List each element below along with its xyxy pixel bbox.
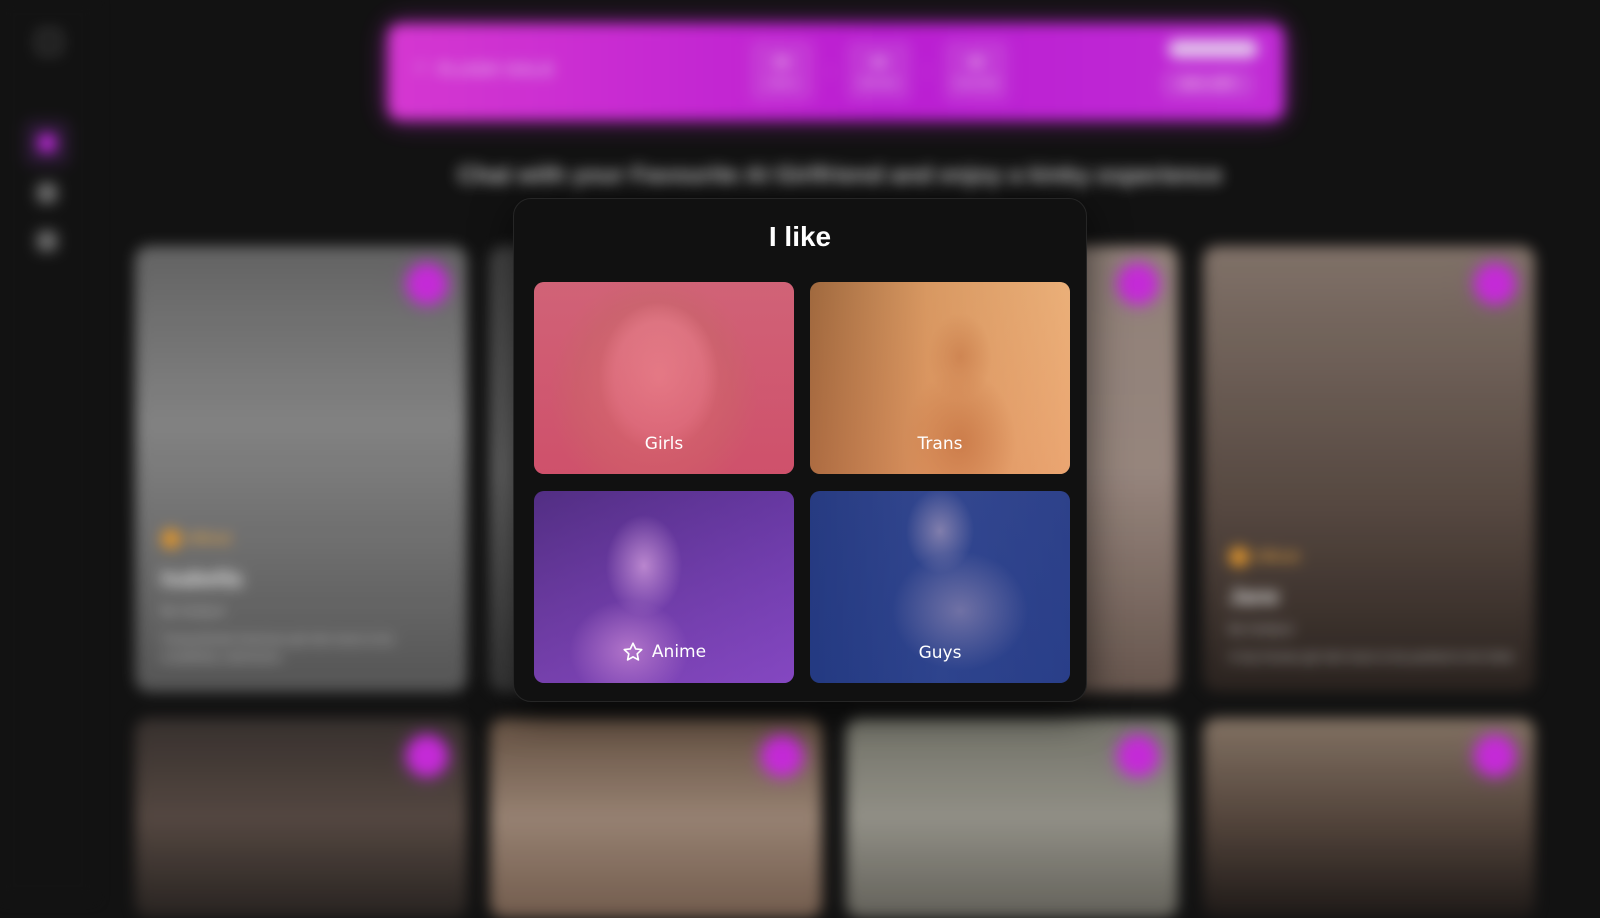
countdown-seconds: 00 Seconds: [944, 40, 1009, 102]
option-anime-label: Anime: [651, 642, 707, 662]
official-badge: Official: [161, 529, 231, 549]
countdown-hours-unit: Hours: [767, 76, 797, 89]
sale-tag: [1168, 40, 1258, 58]
option-girls[interactable]: Girls: [534, 282, 794, 474]
modal-title: I like: [768, 221, 832, 252]
sidebar-item-explore[interactable]: [24, 120, 70, 166]
option-guys-label: Guys: [918, 643, 962, 663]
countdown-timer: 00 Hours : 00 Minutes : 00 Seconds: [750, 40, 1009, 102]
character-description: Young blonde American girl who loves to …: [161, 632, 394, 664]
option-anime[interactable]: Anime: [534, 491, 794, 683]
option-guys[interactable]: Guys: [810, 491, 1070, 683]
character-card[interactable]: [846, 718, 1178, 918]
page-headline: Chat with your Favourite AI Girlfriend a…: [457, 162, 1223, 189]
character-creator: By Candy.ai: [161, 604, 225, 618]
create-icon: [37, 231, 57, 251]
favorite-icon[interactable]: [1475, 736, 1515, 776]
option-trans-label: Trans: [917, 434, 963, 454]
card-meta: Official Isabella By Candy.ai Young blon…: [161, 529, 447, 666]
card-meta: Official Jane By Candy.ai A shy Korean g…: [1229, 547, 1515, 666]
favorite-icon[interactable]: [762, 736, 802, 776]
favorite-icon[interactable]: [407, 264, 447, 304]
official-badge: Official: [1229, 547, 1299, 567]
character-card[interactable]: [1203, 718, 1535, 918]
favorite-icon[interactable]: [1475, 264, 1515, 304]
flash-sale-banner[interactable]: ⚡ FLASH SALE 00 Hours : 00 Minutes : 00 …: [388, 24, 1284, 120]
character-card[interactable]: Official Jane By Candy.ai A shy Korean g…: [1203, 246, 1535, 692]
star-icon: [623, 642, 643, 661]
character-name: Isabella: [161, 566, 242, 591]
option-label: Trans: [810, 434, 1070, 454]
discount-badge: 50% OFF: [1162, 70, 1254, 98]
countdown-hours: 00 Hours: [750, 40, 814, 102]
favorite-icon[interactable]: [1118, 736, 1158, 776]
sidebar: [0, 0, 96, 900]
countdown-minutes-value: 00: [870, 53, 888, 71]
character-creator: By Candy.ai: [1229, 622, 1293, 636]
preference-modal: I like Girls Trans Anime Guys: [513, 198, 1087, 702]
sidebar-item-create[interactable]: [24, 218, 70, 264]
countdown-separator: :: [828, 60, 834, 81]
favorite-icon[interactable]: [407, 736, 447, 776]
countdown-separator: :: [925, 60, 931, 81]
countdown-seconds-unit: Seconds: [954, 76, 998, 89]
option-label: Girls: [534, 434, 794, 454]
sidebar-toggle-icon[interactable]: [38, 31, 60, 53]
countdown-minutes: 00 Minutes: [847, 40, 912, 102]
countdown-seconds-value: 00: [967, 53, 985, 71]
countdown-minutes-unit: Minutes: [859, 76, 899, 89]
flash-sale-label: FLASH SALE: [438, 60, 555, 79]
lightning-icon: ⚡: [414, 58, 427, 78]
option-label: Guys: [810, 643, 1070, 663]
option-girls-label: Girls: [644, 434, 684, 454]
character-card[interactable]: [135, 718, 467, 918]
character-name: Jane: [1229, 584, 1280, 609]
option-trans[interactable]: Trans: [810, 282, 1070, 474]
option-label: Anime: [534, 641, 794, 663]
character-card[interactable]: [490, 718, 822, 918]
countdown-hours-value: 00: [773, 53, 791, 71]
character-description: A shy Korean girl who loves to be pushed…: [1229, 650, 1514, 664]
character-card[interactable]: Official Isabella By Candy.ai Young blon…: [135, 246, 467, 692]
favorite-icon[interactable]: [1118, 264, 1158, 304]
explore-icon: [37, 133, 57, 153]
